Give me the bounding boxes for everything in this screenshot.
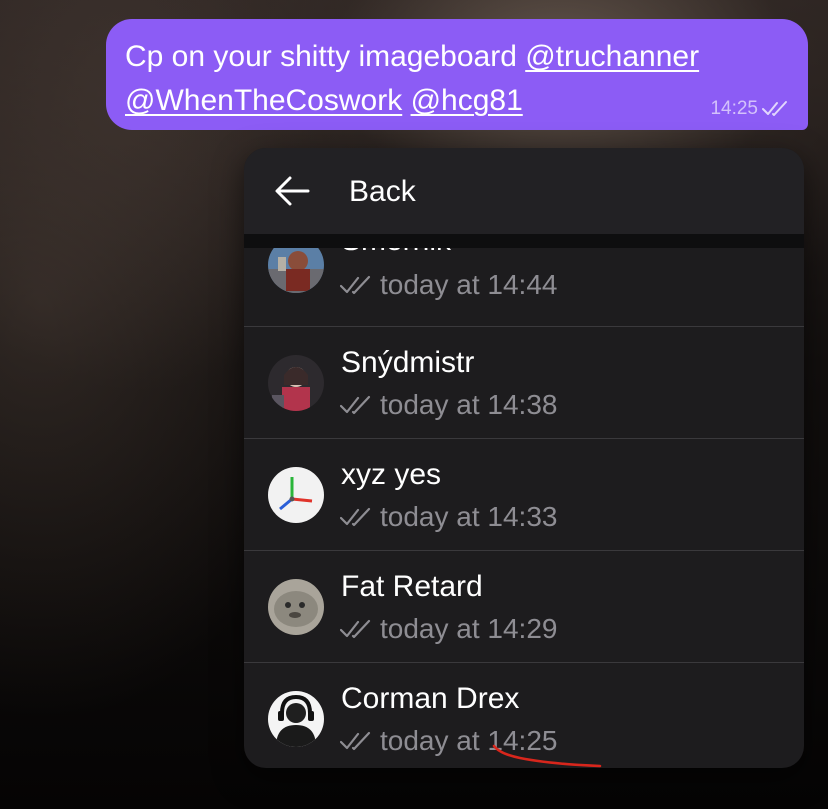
readers-list[interactable]: Smernik today at 14:44 Snýdmistr: [244, 248, 804, 768]
message-time: 14:25: [710, 98, 758, 119]
reader-time: today at 14:33: [380, 501, 558, 532]
header-separator: [244, 234, 804, 248]
avatar-seal: [268, 579, 324, 635]
avatar-xyz-axes: [268, 467, 324, 523]
reader-name: Corman Drex: [341, 682, 520, 715]
read-by-popup: Back Smernik today at 14:44: [244, 148, 804, 768]
back-button[interactable]: Back: [349, 174, 416, 210]
reader-name: Fat Retard: [341, 570, 483, 603]
reader-status: today at 14:38: [340, 388, 557, 422]
reader-status: today at 14:33: [340, 500, 557, 534]
list-item[interactable]: Smernik today at 14:44: [244, 248, 804, 327]
message-bubble[interactable]: Cp on your shitty imageboard @truchanner…: [106, 19, 808, 130]
mention-link[interactable]: @WhenTheCoswork: [125, 84, 402, 117]
reader-name: Snýdmistr: [341, 346, 475, 379]
avatar-smernik: [268, 248, 324, 293]
reader-status: today at 14:29: [340, 612, 557, 646]
popup-header[interactable]: Back: [244, 148, 804, 234]
mention-link[interactable]: @hcg81: [411, 84, 523, 117]
double-check-icon: [340, 395, 371, 415]
reader-time: today at 14:44: [380, 269, 558, 300]
reader-status: today at 14:44: [340, 268, 557, 302]
avatar-snydmistr: [268, 355, 324, 411]
message-meta: 14:25: [710, 98, 792, 120]
double-check-icon: [340, 731, 371, 751]
double-check-icon: [762, 101, 787, 116]
reader-time: today at 14:29: [380, 613, 558, 644]
list-item[interactable]: Fat Retard today at 14:29: [244, 551, 804, 663]
red-underline-annotation: [492, 744, 602, 768]
avatar-corman: [268, 691, 324, 747]
reader-name: Smernik: [341, 248, 451, 259]
list-item[interactable]: Snýdmistr today at 14:38: [244, 327, 804, 439]
reader-time: today at 14:38: [380, 389, 558, 420]
message-text: Cp on your shitty imageboard: [125, 40, 526, 73]
mention-link[interactable]: @truchanner: [525, 40, 699, 73]
double-check-icon: [340, 507, 371, 527]
list-item[interactable]: xyz yes today at 14:33: [244, 439, 804, 551]
arrow-left-icon[interactable]: [274, 175, 310, 207]
reader-name: xyz yes: [341, 458, 442, 491]
double-check-icon: [340, 619, 371, 639]
double-check-icon: [340, 275, 371, 295]
